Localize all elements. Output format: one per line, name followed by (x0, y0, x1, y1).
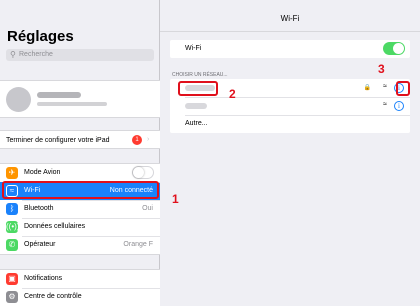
search-placeholder: Recherche (19, 51, 53, 58)
sidebar-item-carrier[interactable]: ✆ Opérateur Orange F (0, 236, 160, 254)
sidebar-item-label: Centre de contrôle (24, 293, 82, 300)
page-title: Réglages (7, 28, 74, 45)
info-highlight-box (396, 81, 410, 96)
nav-bar: Wi-Fi (160, 8, 420, 32)
wifi-signal-icon: ≈ (383, 101, 387, 108)
airplane-mode-toggle[interactable] (132, 166, 154, 179)
finish-setup-row[interactable]: Terminer de configurer votre iPad 1 › (0, 130, 160, 149)
sidebar-item-control-center[interactable]: ⚙ Centre de contrôle (0, 288, 160, 306)
sidebar-item-label: Opérateur (24, 241, 56, 248)
other-network-row[interactable]: Autre... (170, 115, 410, 133)
finish-setup-label: Terminer de configurer votre iPad (6, 137, 110, 144)
wifi-toggle-row: Wi-Fi (170, 40, 410, 58)
wifi-toggle[interactable] (383, 42, 405, 55)
notifications-icon: ▣ (6, 273, 18, 285)
lock-icon: 🔒 (363, 85, 371, 91)
wifi-detail-panel: Wi-Fi Wi-Fi CHOISIR UN RÉSEAU... 🔒 ≈ i ≈… (160, 0, 420, 306)
wifi-signal-icon: ≈ (383, 83, 387, 90)
bluetooth-icon: ᛒ (6, 203, 18, 215)
wifi-highlight-box (2, 181, 159, 199)
airplane-icon: ✈ (6, 167, 18, 179)
connectivity-group: ✈ Mode Avion ≈ Wi-Fi Non connecté ᛒ Blue… (0, 163, 160, 255)
account-profile[interactable] (0, 80, 160, 118)
blurred-account-detail (37, 102, 107, 106)
section-header: CHOISIR UN RÉSEAU... (172, 72, 228, 78)
annotation-number-1: 1 (172, 192, 179, 206)
info-icon[interactable]: i (394, 101, 404, 111)
phone-icon: ✆ (6, 239, 18, 251)
nav-title: Wi-Fi (280, 14, 300, 23)
sidebar-item-notifications[interactable]: ▣ Notifications (0, 270, 160, 288)
settings-sidebar: Réglages ⚲ Recherche Terminer de configu… (0, 0, 160, 306)
system-group: ▣ Notifications ⚙ Centre de contrôle (0, 269, 160, 306)
sidebar-item-label: Notifications (24, 275, 63, 282)
bluetooth-status-value: Oui (142, 205, 153, 212)
network-row[interactable]: ≈ i (170, 97, 410, 115)
annotation-number-2: 2 (229, 87, 236, 101)
notification-badge: 1 (132, 135, 142, 145)
chevron-right-icon: › (147, 136, 150, 143)
blurred-account-name (37, 92, 81, 98)
sidebar-item-cellular[interactable]: ((•)) Données cellulaires (0, 218, 160, 236)
sidebar-item-label: Mode Avion (24, 169, 61, 176)
network-highlight-box (178, 81, 218, 96)
control-center-icon: ⚙ (6, 291, 18, 303)
blurred-network-name (185, 103, 207, 109)
annotation-number-3: 3 (378, 62, 385, 76)
cellular-icon: ((•)) (6, 221, 20, 233)
avatar (6, 87, 31, 112)
carrier-value: Orange F (123, 241, 153, 248)
search-input[interactable]: ⚲ Recherche (6, 49, 154, 61)
wifi-toggle-label: Wi-Fi (185, 45, 202, 52)
other-network-label: Autre... (185, 120, 208, 127)
sidebar-item-bluetooth[interactable]: ᛒ Bluetooth Oui (0, 200, 160, 218)
sidebar-item-airplane-mode[interactable]: ✈ Mode Avion (0, 164, 160, 182)
search-icon: ⚲ (10, 50, 16, 59)
sidebar-item-label: Bluetooth (24, 205, 54, 212)
sidebar-item-label: Données cellulaires (24, 223, 86, 230)
